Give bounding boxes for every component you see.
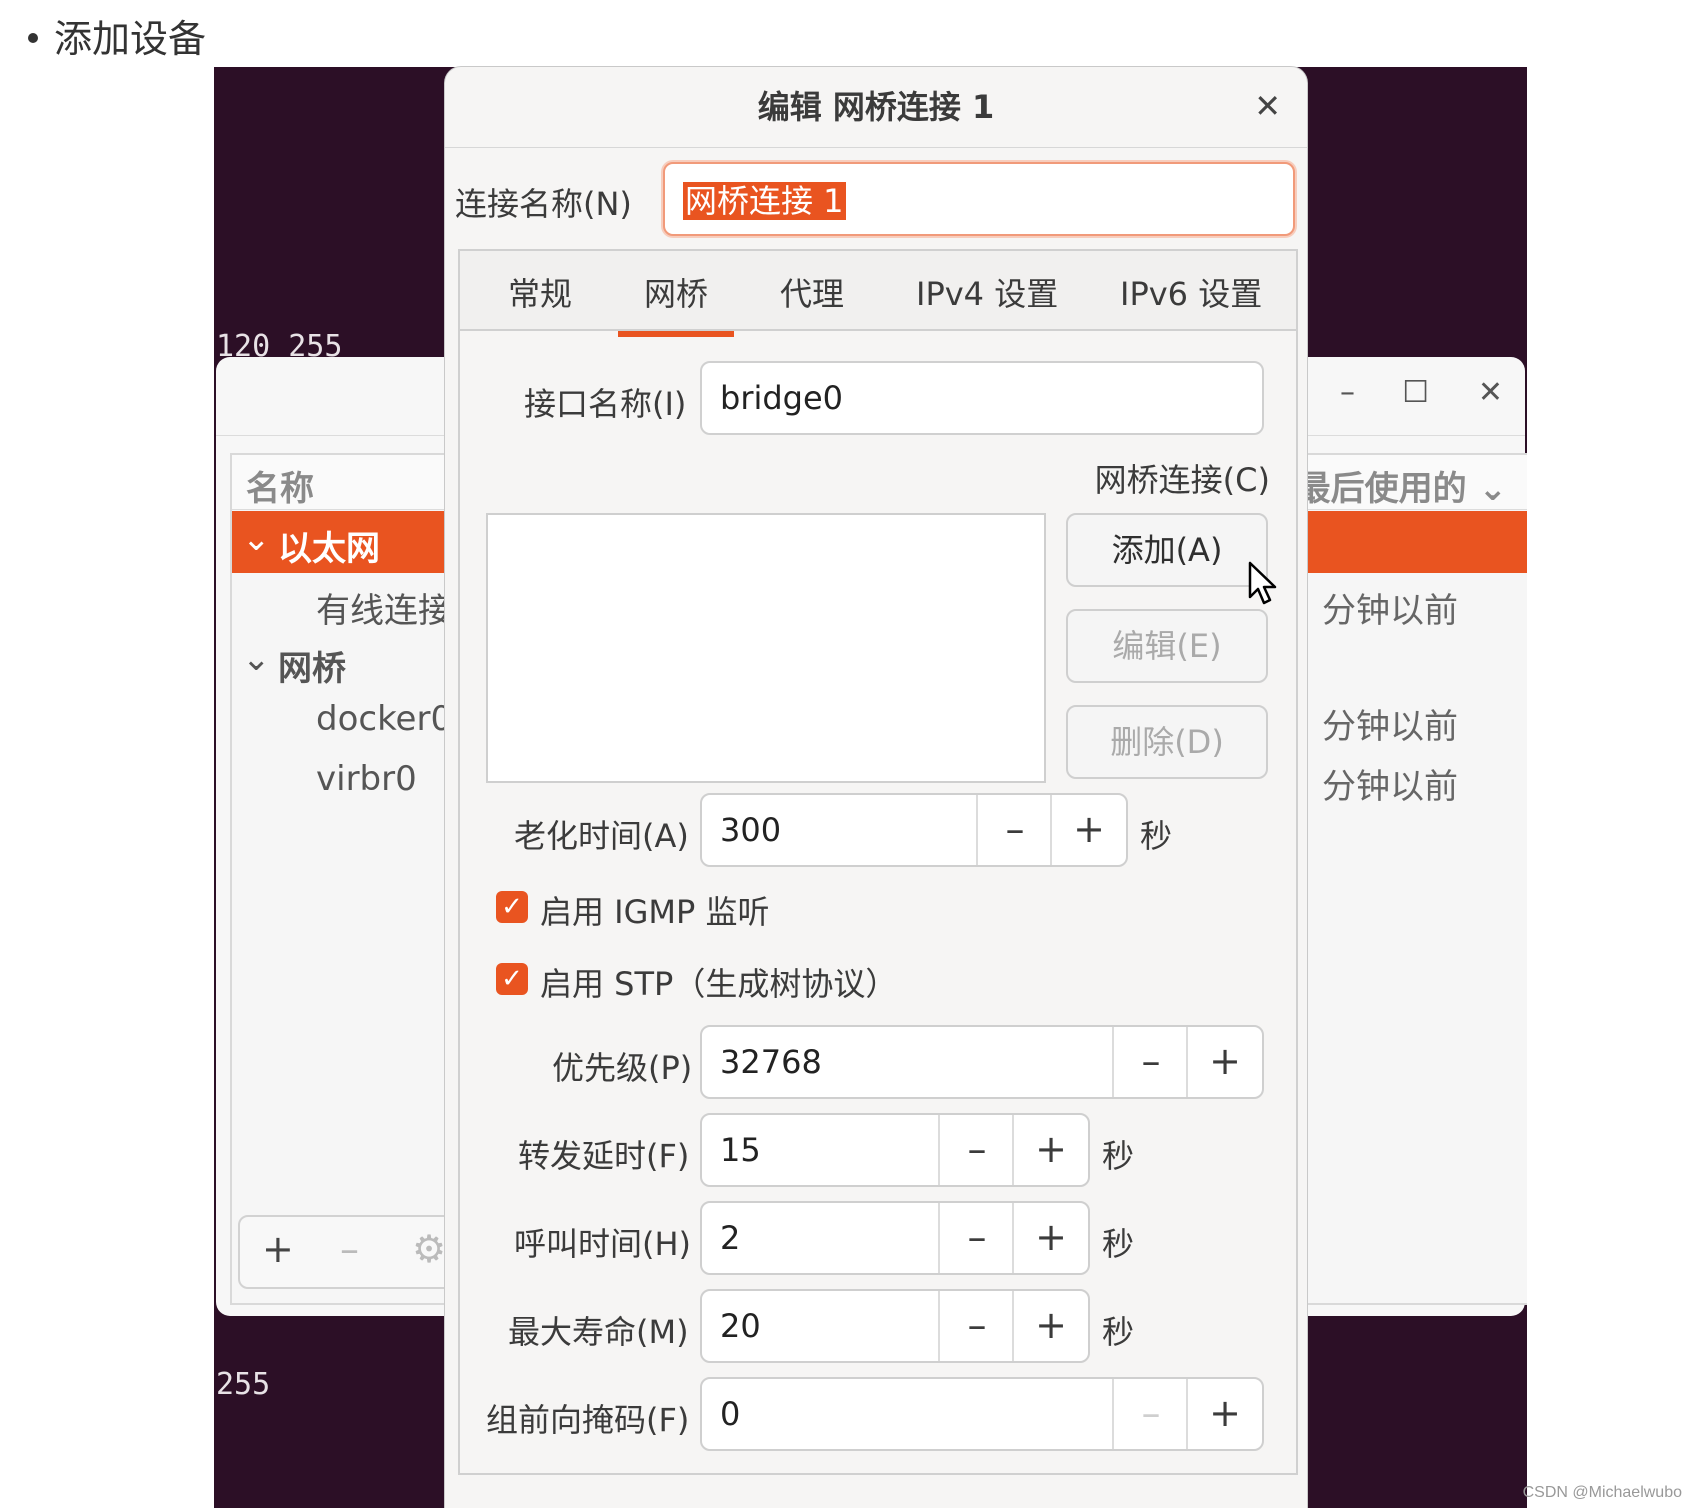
tab-proxy[interactable]: 代理 [780, 269, 844, 315]
list-item-time: 分钟以前 [1322, 591, 1458, 631]
max-age-value: 20 [720, 1307, 761, 1345]
decrement-button[interactable]: – [1112, 1379, 1188, 1449]
stp-label[interactable]: 启用 STP（生成树协议） [540, 959, 897, 1005]
mouse-cursor-icon [1248, 561, 1277, 605]
tab-bridge[interactable]: 网桥 [617, 269, 735, 337]
bullet-text: 添加设备 [54, 17, 207, 61]
stp-checkbox[interactable]: ✓ [496, 963, 528, 995]
tab-ipv6[interactable]: IPv6 设置 [1120, 269, 1262, 315]
interface-name-value: bridge0 [720, 379, 844, 417]
decrement-button[interactable]: – [1112, 1027, 1188, 1097]
aging-time-value: 300 [720, 811, 782, 849]
decrement-button[interactable]: – [938, 1115, 1014, 1185]
close-icon[interactable]: ✕ [1254, 87, 1281, 125]
maximize-icon[interactable]: ☐ [1402, 375, 1429, 410]
terminal-line: 255 [216, 1367, 271, 1402]
forward-delay-label: 转发延时(F) [518, 1137, 690, 1175]
decrement-button[interactable]: – [938, 1203, 1014, 1273]
edit-button[interactable]: 编辑(E) [1066, 609, 1268, 683]
interface-name-label: 接口名称(I) [524, 385, 687, 423]
max-age-label: 最大寿命(M) [508, 1313, 689, 1351]
increment-button[interactable]: + [1012, 1203, 1088, 1273]
decrement-button[interactable]: – [976, 795, 1052, 865]
tab-ipv4[interactable]: IPv4 设置 [916, 269, 1058, 315]
priority-spinner[interactable]: 32768 – + [700, 1025, 1264, 1099]
chevron-down-icon: ⌄ [242, 519, 271, 559]
unit-label: 秒 [1102, 1225, 1135, 1263]
unit-label: 秒 [1102, 1137, 1135, 1175]
connection-name-value: 网桥连接 1 [683, 182, 846, 220]
increment-button[interactable]: + [1186, 1027, 1262, 1097]
unit-label: 秒 [1102, 1313, 1135, 1351]
column-name[interactable]: 名称 [246, 461, 314, 510]
edit-bridge-dialog: 编辑 网桥连接 1 ✕ 连接名称(N) 网桥连接 1 常规 网桥 代理 IPv4… [445, 67, 1307, 1508]
increment-button[interactable]: + [1012, 1115, 1088, 1185]
group-mask-spinner[interactable]: 0 – + [700, 1377, 1264, 1451]
settings-notebook: 常规 网桥 代理 IPv4 设置 IPv6 设置 接口名称(I) bridge0… [458, 249, 1298, 1475]
list-item[interactable]: docker0 [316, 699, 452, 739]
hello-time-value: 2 [720, 1219, 741, 1257]
priority-label: 优先级(P) [552, 1049, 693, 1087]
dialog-title: 编辑 网桥连接 1 [445, 67, 1307, 148]
chevron-down-icon: ⌄ [1478, 469, 1508, 509]
bridge-connections-list[interactable] [486, 513, 1046, 783]
decrement-button[interactable]: – [938, 1291, 1014, 1361]
close-icon[interactable]: ✕ [1478, 375, 1503, 410]
unit-label: 秒 [1140, 817, 1173, 855]
forward-delay-value: 15 [720, 1131, 761, 1169]
connection-name-input[interactable]: 网桥连接 1 [663, 162, 1295, 236]
tab-bar: 常规 网桥 代理 IPv4 设置 IPv6 设置 [460, 251, 1296, 337]
igmp-checkbox[interactable]: ✓ [496, 891, 528, 923]
max-age-spinner[interactable]: 20 – + [700, 1289, 1090, 1363]
chevron-down-icon[interactable]: ⌄ [242, 639, 271, 679]
hello-time-label: 呼叫时间(H) [514, 1225, 692, 1263]
list-item-time: 分钟以前 [1322, 707, 1458, 747]
column-last-used[interactable]: 最后使用的 ⌄ [1297, 461, 1507, 510]
minimize-icon[interactable]: – [1340, 375, 1355, 410]
igmp-label[interactable]: 启用 IGMP 监听 [540, 887, 770, 933]
watermark: CSDN @Michaelwubo [1522, 1484, 1682, 1501]
bridge-connections-label: 网桥连接(C) [1094, 461, 1270, 499]
group-mask-label: 组前向掩码(F) [486, 1401, 690, 1439]
increment-button[interactable]: + [1186, 1379, 1262, 1449]
list-item[interactable]: 有线连接 [316, 583, 452, 632]
group-label[interactable]: 网桥 [278, 641, 346, 690]
hello-time-spinner[interactable]: 2 – + [700, 1201, 1090, 1275]
remove-connection-button[interactable]: – [340, 1227, 359, 1271]
interface-name-input[interactable]: bridge0 [700, 361, 1264, 435]
group-label: 以太网 [278, 529, 380, 569]
bullet-item: 添加设备 [28, 8, 206, 63]
connection-name-label: 连接名称(N) [455, 185, 632, 223]
delete-button[interactable]: 删除(D) [1066, 705, 1268, 779]
list-toolbar: + – ⚙ [238, 1215, 470, 1289]
increment-button[interactable]: + [1050, 795, 1126, 865]
add-button[interactable]: 添加(A) [1066, 513, 1268, 587]
list-item-time: 分钟以前 [1322, 767, 1458, 807]
priority-value: 32768 [720, 1043, 822, 1081]
aging-time-label: 老化时间(A) [514, 817, 689, 855]
increment-button[interactable]: + [1012, 1291, 1088, 1361]
add-connection-button[interactable]: + [262, 1227, 294, 1271]
tab-general[interactable]: 常规 [508, 269, 572, 315]
list-item[interactable]: virbr0 [316, 759, 417, 799]
aging-time-spinner[interactable]: 300 – + [700, 793, 1128, 867]
forward-delay-spinner[interactable]: 15 – + [700, 1113, 1090, 1187]
gear-icon[interactable]: ⚙ [412, 1227, 446, 1271]
group-mask-value: 0 [720, 1395, 741, 1433]
